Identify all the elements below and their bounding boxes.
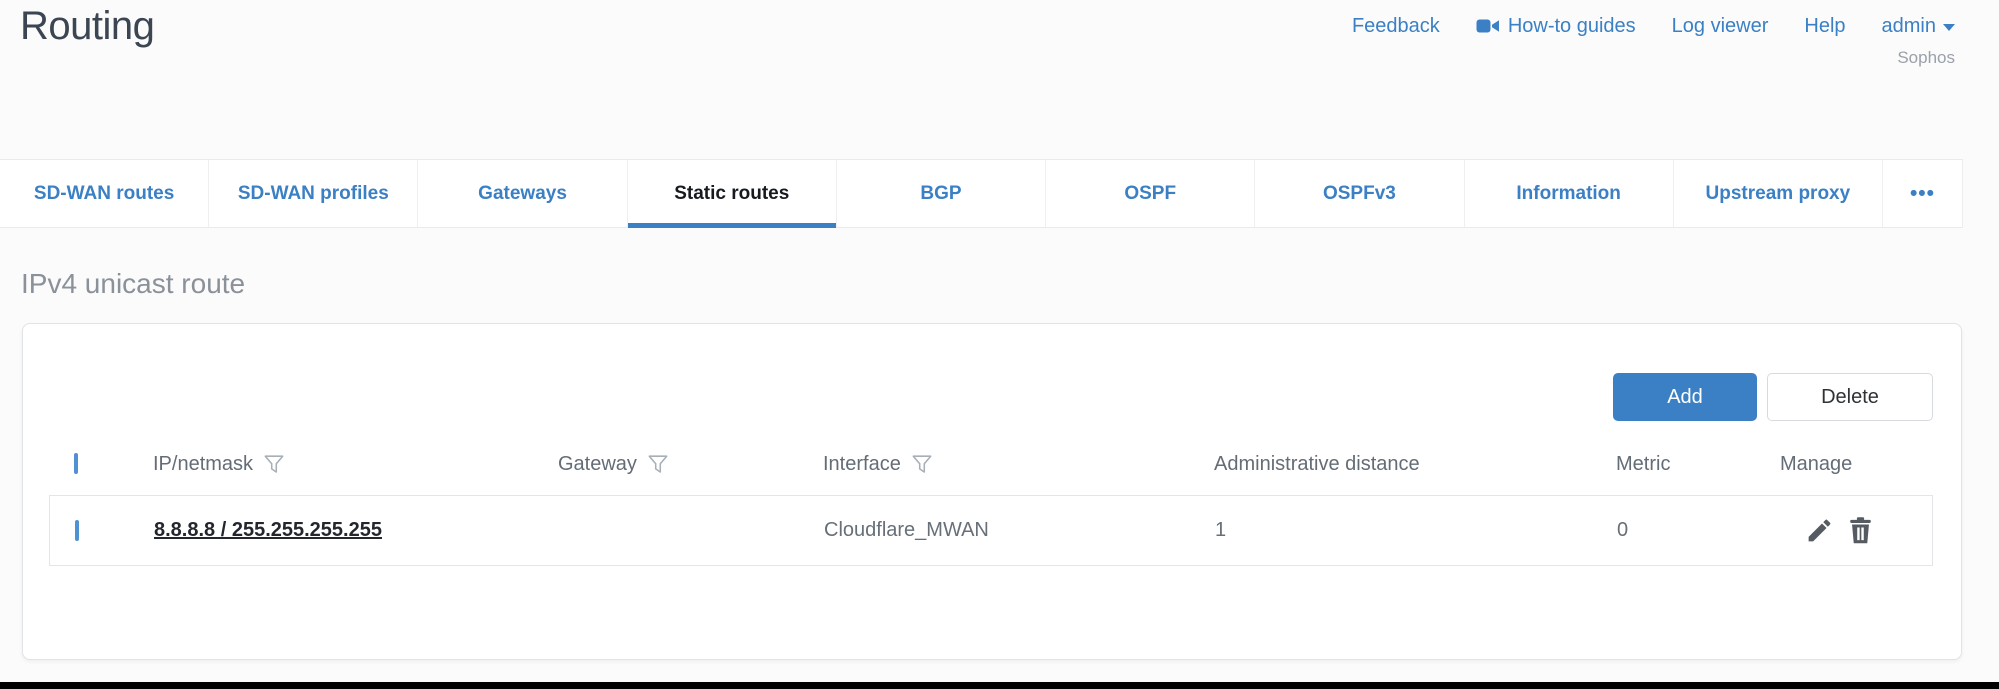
route-admin-distance-value: 1: [1215, 519, 1617, 542]
log-viewer-link[interactable]: Log viewer: [1672, 15, 1769, 38]
tab-sd-wan-routes[interactable]: SD-WAN routes: [0, 160, 209, 227]
howto-guides-link[interactable]: How-to guides: [1476, 14, 1636, 38]
route-interface-value: Cloudflare_MWAN: [824, 519, 1215, 542]
column-header-interface: Interface: [823, 452, 1214, 476]
video-camera-icon: [1476, 14, 1500, 38]
admin-user-label: admin: [1882, 15, 1936, 38]
route-ip-netmask-link[interactable]: 8.8.8.8 / 255.255.255.255: [154, 519, 382, 541]
route-manage-actions: [1781, 516, 1932, 545]
section-heading: IPv4 unicast route: [21, 268, 245, 300]
column-header-manage: Manage: [1780, 453, 1933, 476]
tab-static-routes[interactable]: Static routes: [628, 160, 837, 227]
brand-label: Sophos: [1897, 48, 1955, 68]
bottom-black-strip: [0, 682, 1999, 689]
tab-overflow-menu[interactable]: •••: [1883, 160, 1962, 227]
route-metric-value: 0: [1617, 519, 1781, 542]
table-toolbar: Add Delete: [1613, 373, 1933, 421]
page-title: Routing: [20, 4, 154, 49]
chevron-down-icon: [1943, 24, 1955, 31]
column-header-gateway: Gateway: [558, 452, 823, 476]
column-label: Administrative distance: [1214, 453, 1420, 476]
filter-icon[interactable]: [911, 452, 933, 476]
filter-icon[interactable]: [647, 452, 669, 476]
tab-bgp[interactable]: BGP: [837, 160, 1046, 227]
help-link[interactable]: Help: [1804, 15, 1845, 38]
add-button[interactable]: Add: [1613, 373, 1757, 421]
column-label: Metric: [1616, 453, 1670, 476]
tab-information[interactable]: Information: [1465, 160, 1674, 227]
filter-icon[interactable]: [263, 452, 285, 476]
feedback-link[interactable]: Feedback: [1352, 15, 1440, 38]
column-label: Manage: [1780, 453, 1852, 476]
delete-trash-icon[interactable]: [1846, 516, 1875, 545]
column-label: Interface: [823, 453, 901, 476]
column-header-ip-netmask: IP/netmask: [153, 452, 558, 476]
column-header-metric: Metric: [1616, 453, 1780, 476]
edit-pencil-icon[interactable]: [1805, 516, 1834, 545]
table-header-row: IP/netmask Gateway Interface: [49, 444, 1933, 484]
tab-ospfv3[interactable]: OSPFv3: [1255, 160, 1464, 227]
tab-sd-wan-profiles[interactable]: SD-WAN profiles: [209, 160, 418, 227]
delete-button[interactable]: Delete: [1767, 373, 1933, 421]
routing-tabbar: SD-WAN routes SD-WAN profiles Gateways S…: [0, 159, 1963, 228]
select-all-checkbox[interactable]: [74, 453, 78, 474]
column-header-admin-distance: Administrative distance: [1214, 453, 1616, 476]
tab-gateways[interactable]: Gateways: [418, 160, 627, 227]
top-navigation: Feedback How-to guides Log viewer Help a…: [1352, 14, 1955, 38]
row-select-checkbox[interactable]: [75, 520, 79, 541]
static-routes-panel: Add Delete IP/netmask Gateway Interface: [22, 323, 1962, 660]
howto-guides-label: How-to guides: [1508, 15, 1636, 38]
tab-ospf[interactable]: OSPF: [1046, 160, 1255, 227]
column-label: IP/netmask: [153, 453, 253, 476]
tab-upstream-proxy[interactable]: Upstream proxy: [1674, 160, 1883, 227]
table-row: 8.8.8.8 / 255.255.255.255 Cloudflare_MWA…: [49, 495, 1933, 566]
admin-user-menu[interactable]: admin: [1882, 15, 1955, 38]
column-label: Gateway: [558, 453, 637, 476]
